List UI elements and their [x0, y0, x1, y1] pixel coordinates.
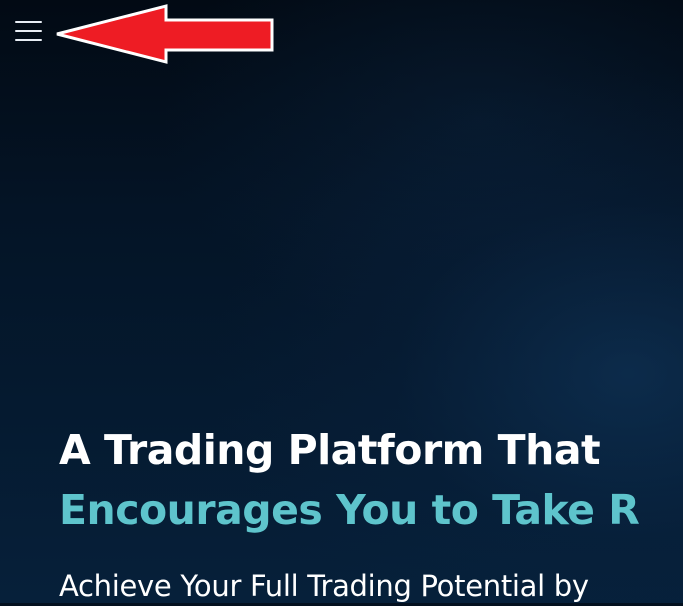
- headline-line-1: A Trading Platform That: [59, 426, 601, 474]
- hamburger-menu-button[interactable]: [15, 20, 43, 42]
- menu-bar-top: [15, 21, 42, 23]
- menu-bar-middle: [15, 30, 42, 32]
- red-arrow-icon: [56, 4, 274, 64]
- headline-line-2: Encourages You to Take R: [59, 486, 640, 534]
- hero-headline: A Trading Platform That Encourages You t…: [59, 420, 640, 540]
- menu-bar-bottom: [15, 39, 42, 41]
- hero-subheadline: Achieve Your Full Trading Potential by: [59, 569, 589, 603]
